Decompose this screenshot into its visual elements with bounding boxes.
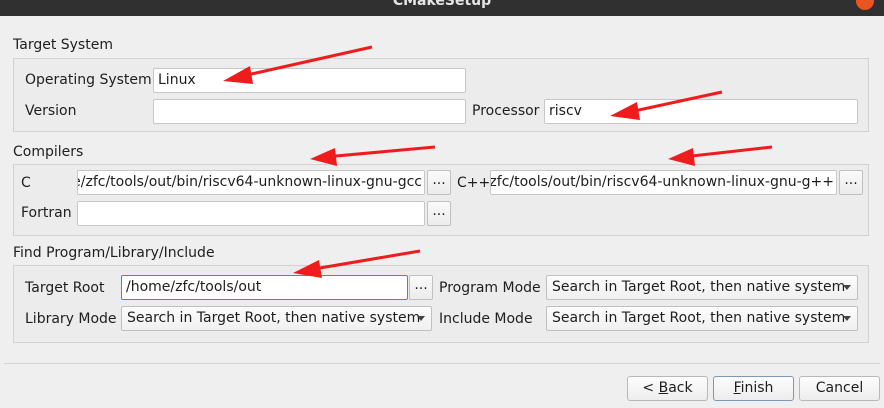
- chevron-down-icon: [843, 316, 851, 321]
- fortran-compiler-input[interactable]: [77, 201, 425, 226]
- window-title: CMakeSetup: [392, 0, 492, 9]
- chevron-down-icon: [417, 316, 425, 321]
- target-root-label: Target Root: [25, 280, 105, 296]
- program-mode-value: Search in Target Root, then native syste…: [552, 279, 846, 295]
- include-mode-select[interactable]: Search in Target Root, then native syste…: [546, 306, 858, 331]
- cancel-button[interactable]: Cancel: [799, 376, 880, 401]
- cxx-compiler-value: /home/zfc/tools/out/bin/riscv64-unknown-…: [490, 174, 834, 190]
- back-button-label: ack: [668, 380, 693, 396]
- c-compiler-input[interactable]: /home/zfc/tools/out/bin/riscv64-unknown-…: [77, 170, 425, 195]
- back-button[interactable]: < Back: [627, 376, 708, 401]
- target-root-browse-button[interactable]: ...: [409, 275, 433, 300]
- finish-button[interactable]: Finish: [713, 376, 794, 401]
- program-mode-label: Program Mode: [439, 280, 541, 296]
- version-label: Version: [25, 103, 77, 119]
- processor-input[interactable]: riscv: [544, 99, 858, 124]
- compilers-group-title: Compilers: [13, 144, 84, 160]
- target-root-input[interactable]: /home/zfc/tools/out: [121, 275, 408, 300]
- cxx-compiler-input[interactable]: /home/zfc/tools/out/bin/riscv64-unknown-…: [490, 170, 837, 195]
- finish-button-mnemonic: F: [733, 380, 741, 396]
- cxx-compiler-browse-button[interactable]: ...: [839, 170, 863, 195]
- find-group-title: Find Program/Library/Include: [13, 245, 215, 261]
- library-mode-value: Search in Target Root, then native syste…: [127, 310, 421, 326]
- fortran-compiler-label: Fortran: [21, 205, 72, 221]
- cxx-compiler-label: C++: [457, 175, 491, 191]
- title-bar: CMakeSetup: [0, 0, 884, 16]
- include-mode-label: Include Mode: [439, 311, 533, 327]
- c-compiler-value: /home/zfc/tools/out/bin/riscv64-unknown-…: [78, 174, 422, 190]
- finish-button-label: inish: [740, 380, 774, 396]
- program-mode-select[interactable]: Search in Target Root, then native syste…: [546, 275, 858, 300]
- chevron-down-icon: [843, 285, 851, 290]
- c-compiler-browse-button[interactable]: ...: [427, 170, 451, 195]
- include-mode-value: Search in Target Root, then native syste…: [552, 310, 846, 326]
- library-mode-label: Library Mode: [25, 311, 117, 327]
- back-button-prefix: <: [642, 380, 659, 396]
- back-button-mnemonic: B: [658, 380, 669, 396]
- c-compiler-label: C: [21, 175, 31, 191]
- version-input[interactable]: [153, 99, 466, 124]
- processor-label: Processor: [472, 103, 540, 119]
- fortran-compiler-browse-button[interactable]: ...: [427, 201, 451, 226]
- target-system-group-title: Target System: [13, 37, 113, 53]
- os-label: Operating System: [25, 72, 152, 88]
- operating-system-input[interactable]: Linux: [153, 68, 466, 93]
- library-mode-select[interactable]: Search in Target Root, then native syste…: [121, 306, 432, 331]
- divider: [4, 363, 880, 364]
